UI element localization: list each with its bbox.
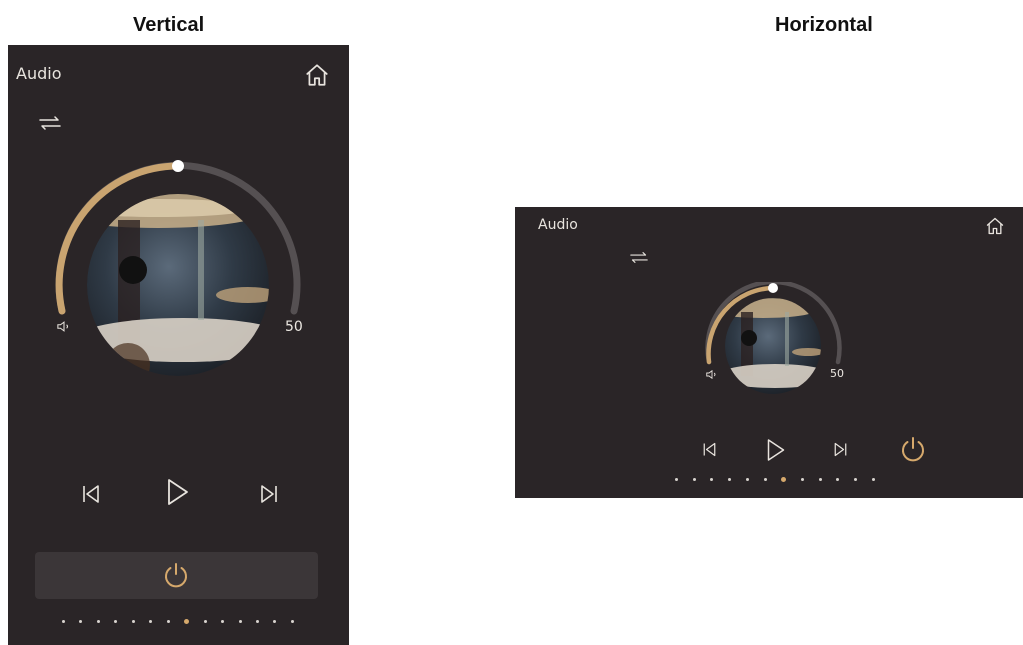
speaker-icon <box>57 321 69 332</box>
page-dot[interactable] <box>62 619 65 623</box>
page-dot[interactable] <box>692 477 696 481</box>
volume-dial[interactable] <box>693 282 853 412</box>
page-dot[interactable] <box>745 477 749 481</box>
page-dot[interactable] <box>131 619 135 623</box>
page-dot[interactable] <box>221 619 225 623</box>
page-dot[interactable] <box>290 619 294 623</box>
page-dot[interactable] <box>801 477 805 481</box>
next-icon[interactable] <box>833 442 848 457</box>
volume-value: 50 <box>285 319 303 335</box>
app-title: Audio <box>538 217 578 233</box>
next-icon[interactable] <box>259 484 279 504</box>
speaker-icon <box>706 370 716 379</box>
power-button[interactable] <box>35 552 318 599</box>
page-indicator <box>675 476 875 482</box>
shuffle-icon[interactable] <box>629 251 649 264</box>
page-dot-active[interactable] <box>184 618 190 624</box>
power-icon <box>165 563 187 588</box>
page-dot[interactable] <box>836 477 840 481</box>
page-dot[interactable] <box>114 619 118 623</box>
app-title: Audio <box>16 64 62 83</box>
page-dot[interactable] <box>79 619 83 623</box>
page-dot[interactable] <box>273 619 277 623</box>
page-dot[interactable] <box>203 619 207 623</box>
page-dot[interactable] <box>149 619 153 623</box>
horizontal-panel: Audio 50 <box>515 207 1023 498</box>
album-art <box>87 194 269 376</box>
vertical-panel: Audio 50 <box>8 45 349 645</box>
page-dot[interactable] <box>710 477 714 481</box>
previous-icon[interactable] <box>81 484 101 504</box>
shuffle-icon[interactable] <box>38 115 62 131</box>
volume-knob <box>172 160 184 172</box>
home-icon[interactable] <box>985 216 1005 236</box>
page-dot[interactable] <box>166 619 170 623</box>
page-dot[interactable] <box>854 477 858 481</box>
vertical-heading: Vertical <box>133 14 205 36</box>
home-icon[interactable] <box>304 62 330 88</box>
volume-dial[interactable] <box>8 160 349 420</box>
page-dot[interactable] <box>96 619 100 623</box>
volume-knob <box>768 283 778 293</box>
play-icon[interactable] <box>166 478 190 506</box>
page-indicator <box>62 617 294 625</box>
page-dot[interactable] <box>871 477 875 481</box>
power-icon[interactable] <box>899 435 927 463</box>
page-dot[interactable] <box>238 619 242 623</box>
page-dot[interactable] <box>675 477 678 481</box>
play-icon[interactable] <box>766 438 786 462</box>
horizontal-heading: Horizontal <box>775 14 873 36</box>
page-dot[interactable] <box>255 619 259 623</box>
volume-value: 50 <box>830 367 844 380</box>
page-dot-active[interactable] <box>781 476 787 482</box>
page-dot[interactable] <box>763 477 767 481</box>
page-dot[interactable] <box>728 477 732 481</box>
page-dot[interactable] <box>818 477 822 481</box>
previous-icon[interactable] <box>702 442 717 457</box>
